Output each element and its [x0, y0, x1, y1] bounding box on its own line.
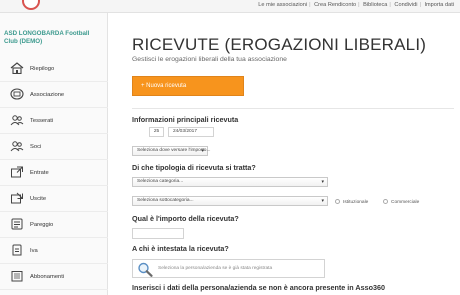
type-section-heading: Di che tipologia di ricevuta si tratta?: [132, 163, 256, 172]
top-link-share[interactable]: Condividi: [394, 2, 417, 8]
sidebar-item-tesserati[interactable]: Tesserati: [0, 108, 108, 134]
deposit-select[interactable]: Seleziona dove versare l'importo... ▾: [132, 146, 211, 156]
radio-circle-icon: [335, 199, 340, 204]
expense-icon: [11, 192, 23, 204]
top-link-import-data[interactable]: Importa dati: [424, 2, 454, 8]
sidebar-item-uscite[interactable]: Uscite: [0, 186, 108, 212]
divider: [132, 108, 454, 109]
sidebar-item-label: Pareggio: [30, 222, 54, 228]
receipt-date-field[interactable]: 24/03/2017: [168, 127, 214, 137]
deposit-select-value: Seleziona dove versare l'importo...: [137, 148, 211, 153]
sidebar-item-label: Uscite: [30, 196, 47, 202]
chevron-down-icon: ▾: [201, 148, 204, 154]
sidebar-item-label: Soci: [30, 144, 42, 150]
balance-icon: [11, 218, 23, 230]
category-select[interactable]: Seleziona categoria... ▾: [132, 177, 328, 187]
page-subtitle: Gestisci le erogazioni liberali della tu…: [132, 56, 287, 63]
recipient-search-input[interactable]: Seleziona la persona/azienda se è già st…: [132, 259, 325, 278]
people-icon: [10, 115, 24, 126]
radio-institutional[interactable]: Istituzionale: [335, 199, 368, 205]
sidebar-item-label: Abbonamenti: [30, 274, 65, 280]
search-icon: [138, 262, 153, 277]
new-receipt-button[interactable]: + Nuova ricevuta: [132, 76, 244, 96]
sidebar-item-entrate[interactable]: Entrate: [0, 160, 108, 186]
radio-commercial[interactable]: Commerciale: [383, 199, 419, 205]
amount-section-heading: Qual è l'importo della ricevuta?: [132, 214, 239, 223]
income-icon: [11, 166, 23, 178]
sidebar-item-riepilogo[interactable]: Riepilogo: [0, 56, 108, 82]
category-select-value: Seleziona categoria...: [137, 179, 184, 184]
sidebar-item-soci[interactable]: Soci: [0, 134, 108, 160]
subcategory-select[interactable]: Seleziona sottocategoria... ▾: [132, 196, 328, 206]
page-title: RICEVUTE (EROGAZIONI LIBERALI): [132, 35, 427, 54]
chevron-down-icon: ▾: [321, 198, 324, 204]
search-placeholder: Seleziona la persona/azienda se è già st…: [158, 266, 273, 271]
info-section-heading: Informazioni principali ricevuta: [132, 115, 239, 124]
sidebar-item-label: Associazione: [30, 92, 65, 98]
subscription-icon: [11, 271, 23, 282]
people-icon: [10, 141, 24, 152]
radio-circle-icon: [383, 199, 388, 204]
sidebar-item-label: Tesserati: [30, 118, 54, 124]
sidebar-item-abbonamenti[interactable]: Abbonamenti: [0, 264, 108, 290]
recipient-section-heading: A chi è intestata la ricevuta?: [132, 244, 229, 253]
club-name: ASD LONGOBARDA Football Club (DEMO): [4, 30, 90, 45]
sidebar-nav: Riepilogo Associazione Tesserati Soci En…: [0, 56, 108, 290]
subcategory-select-value: Seleziona sottocategoria...: [137, 198, 194, 203]
top-links: Le mie associazioni | Crea Rendiconto | Bi…: [258, 2, 454, 8]
top-link-library[interactable]: Biblioteca: [363, 2, 387, 8]
top-link-associations[interactable]: Le mie associazioni: [258, 2, 307, 8]
top-bar: Le mie associazioni | Crea Rendiconto | Bi…: [0, 0, 460, 13]
tax-icon: [12, 244, 22, 256]
sidebar-item-label: Iva: [30, 248, 38, 254]
sidebar: ASD LONGOBARDA Football Club (DEMO) Riep…: [0, 13, 108, 295]
amount-field[interactable]: [132, 228, 184, 239]
radio-commercial-label: Commerciale: [391, 199, 420, 205]
chevron-down-icon: ▾: [321, 179, 324, 185]
home-icon: [10, 62, 24, 74]
sidebar-item-iva[interactable]: Iva: [0, 238, 108, 264]
sidebar-item-label: Riepilogo: [30, 66, 55, 72]
sidebar-item-associazione[interactable]: Associazione: [0, 82, 108, 108]
building-icon: [10, 88, 24, 100]
sidebar-item-label: Entrate: [30, 170, 49, 176]
receipt-number-field[interactable]: 25: [149, 127, 164, 137]
app-logo[interactable]: [22, 0, 40, 10]
top-link-create-report[interactable]: Crea Rendiconto: [314, 2, 356, 8]
new-person-heading: Inserisci i dati della persona/azienda s…: [132, 283, 385, 292]
sidebar-item-pareggio[interactable]: Pareggio: [0, 212, 108, 238]
radio-institutional-label: Istituzionale: [343, 199, 369, 205]
